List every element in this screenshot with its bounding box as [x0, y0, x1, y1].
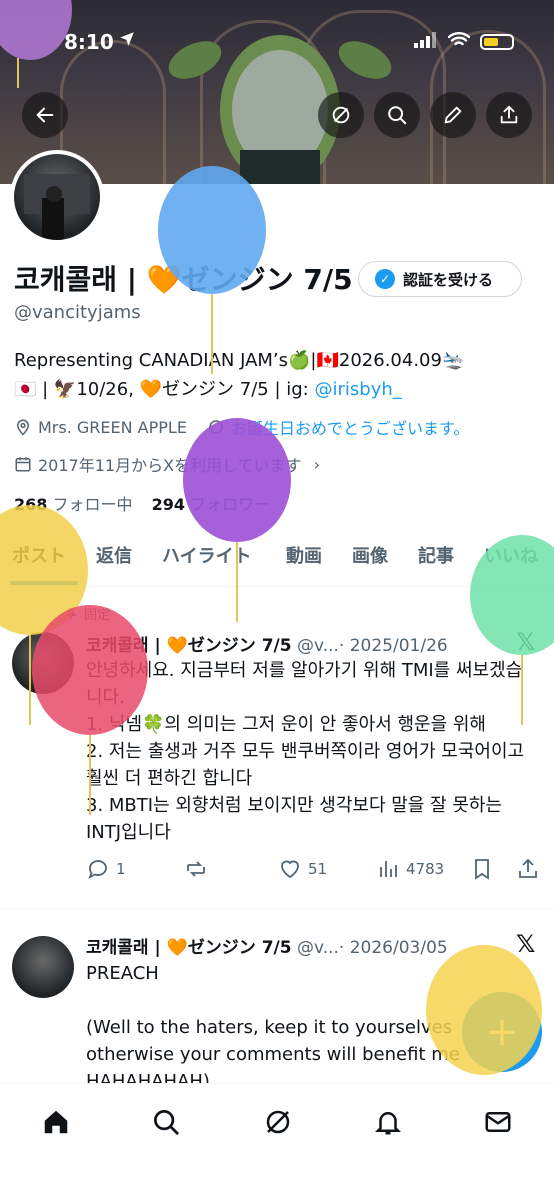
profile-display-name: 코캐콜래 | 🧡ゼンジン 7/5 [14, 263, 353, 296]
post-text[interactable]: 안녕하세요. 지금부터 저를 알아가기 위해 TMI를 써보겠습니다. 1. 닉… [86, 657, 536, 846]
post-header: 코캐콜래 | 🧡ゼンジン 7/5 @v...· 2025/01/26 [86, 631, 448, 656]
calendar-icon [15, 457, 31, 472]
pinned-label: 固定 [64, 604, 110, 623]
status-bar: 8:10 [0, 0, 554, 54]
view-count: 4783 [406, 860, 445, 878]
verified-badge-icon: ✓ [375, 269, 395, 289]
tab-articles[interactable]: 記事 [418, 542, 454, 568]
location-pin-icon [16, 419, 30, 436]
birthday-icon [209, 420, 223, 434]
profile-birthday[interactable]: お誕生日おめでとうございます。 [231, 415, 469, 439]
pin-icon [65, 607, 77, 619]
nav-grok[interactable] [258, 1102, 298, 1142]
edit-button[interactable] [430, 92, 476, 138]
edit-icon [444, 106, 462, 124]
post-header: 코캐콜래 | 🧡ゼンジン 7/5 @v...· 2026/03/05 [86, 933, 448, 958]
like-button[interactable]: 51 [278, 857, 327, 881]
profile-bio: Representing CANADIAN JAM’s🍏|🇨🇦2026.04.0… [14, 346, 544, 404]
post-date[interactable]: · 2025/01/26 [339, 636, 448, 656]
repost-icon [187, 861, 205, 877]
search-button[interactable] [374, 92, 420, 138]
bio-line-2: 🇯🇵 | 🦅10/26, 🧡ゼンジン 7/5 | ig: [14, 379, 315, 400]
active-tab-indicator [10, 581, 78, 585]
tab-likes[interactable]: いいね [484, 542, 538, 568]
bio-instagram-link[interactable]: @irisbyh_ [314, 379, 401, 400]
repost-button[interactable] [184, 857, 208, 881]
location-arrow-icon [118, 30, 136, 52]
tab-videos[interactable]: 動画 [286, 542, 322, 568]
tab-highlights[interactable]: ハイライト [162, 542, 252, 568]
share-icon [519, 858, 537, 878]
status-time: 8:10 [64, 30, 114, 54]
grok-icon [266, 1110, 290, 1134]
heart-icon [281, 860, 299, 879]
post-handle[interactable]: @v... [297, 938, 339, 958]
plus-icon: + [485, 1009, 519, 1055]
post-actions: 1 51 4783 [86, 857, 542, 883]
views-icon [380, 861, 397, 877]
back-icon [36, 107, 54, 123]
share-button[interactable] [486, 92, 532, 138]
views-button[interactable]: 4783 [376, 857, 444, 881]
post-share-button[interactable] [516, 857, 540, 881]
post-avatar[interactable] [12, 936, 74, 998]
bottom-nav [0, 1083, 554, 1201]
grok-button[interactable] [318, 92, 364, 138]
balloon-icon [183, 418, 291, 622]
nav-home[interactable] [36, 1102, 76, 1142]
profile-location: Mrs. GREEN APPLE [38, 417, 187, 437]
nav-search[interactable] [146, 1102, 186, 1142]
grok-icon [332, 106, 350, 124]
profile-avatar[interactable] [10, 150, 104, 244]
avatar-image [14, 154, 100, 240]
home-icon [44, 1110, 68, 1134]
followers-link[interactable]: 294 フォロワー [152, 495, 271, 514]
x-logo-icon: 𝕏 [516, 930, 536, 958]
get-verified-label: 認証を受ける [403, 270, 494, 289]
nav-messages[interactable] [478, 1102, 518, 1142]
battery-icon [480, 34, 514, 50]
followers-count: 294 [151, 495, 186, 514]
following-count: 268 [14, 495, 48, 514]
tab-replies[interactable]: 返信 [96, 542, 132, 568]
post-divider [0, 908, 554, 909]
tab-posts[interactable]: ポスト [12, 542, 66, 568]
notifications-icon [374, 1112, 402, 1135]
post-author[interactable]: 코캐콜래 | 🧡ゼンジン 7/5 [86, 636, 292, 656]
following-label: フォロー中 [52, 495, 133, 514]
following-link[interactable]: 268 フォロー中 [14, 495, 133, 514]
bookmark-button[interactable] [470, 857, 494, 881]
reply-count: 1 [116, 860, 126, 878]
share-icon [500, 105, 518, 124]
follow-stats: 268 フォロー中 294 フォロワー [14, 491, 270, 515]
back-button[interactable] [22, 92, 68, 138]
nav-notifications[interactable] [368, 1102, 408, 1142]
x-logo-icon: 𝕏 [516, 628, 536, 656]
chevron-right-icon: › [313, 454, 320, 474]
profile-meta-row-1: Mrs. GREEN APPLE お誕生日おめでとうございます。 [14, 415, 469, 439]
post-handle[interactable]: @v... [297, 636, 339, 656]
profile-joined: 2017年11月からXを利用しています [38, 456, 302, 475]
compose-post-button[interactable]: + [462, 992, 542, 1072]
reply-button[interactable]: 1 [86, 857, 126, 881]
reply-icon [88, 860, 107, 879]
like-count: 51 [308, 860, 328, 878]
bio-line-1: Representing CANADIAN JAM’s🍏|🇨🇦2026.04.0… [14, 350, 465, 371]
search-icon [388, 106, 407, 125]
signal-icon [414, 32, 438, 52]
pinned-text: 固定 [84, 608, 111, 623]
messages-icon [485, 1112, 511, 1132]
post-date[interactable]: · 2026/03/05 [339, 938, 448, 958]
tab-images[interactable]: 画像 [352, 542, 388, 568]
bookmark-icon [475, 859, 489, 880]
post-author[interactable]: 코캐콜래 | 🧡ゼンジン 7/5 [86, 938, 292, 958]
profile-tabs: ポスト 返信 ハイライト 動画 画像 記事 いいね [0, 530, 554, 587]
post-avatar[interactable] [12, 632, 74, 694]
profile-joined-row[interactable]: 2017年11月からXを利用しています › [14, 452, 320, 476]
wifi-icon [447, 32, 471, 52]
get-verified-button[interactable]: ✓ 認証を受ける [358, 261, 522, 297]
followers-label: フォロワー [190, 495, 271, 514]
search-icon [154, 1110, 179, 1135]
profile-handle: @vancityjams [14, 302, 141, 323]
